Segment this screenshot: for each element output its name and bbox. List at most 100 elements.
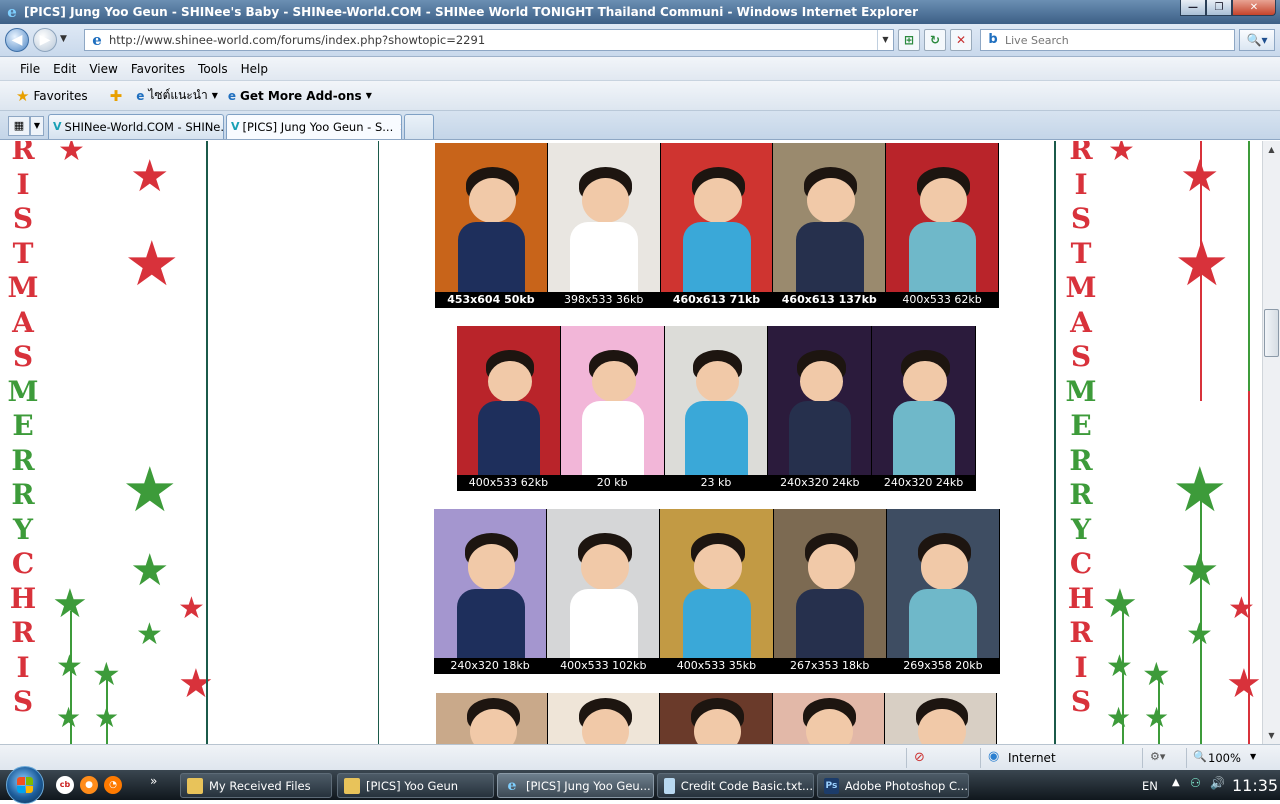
taskbar-item-my-received-files[interactable]: My Received Files — [180, 773, 332, 798]
thumbnail-photo[interactable] — [436, 693, 548, 744]
clock[interactable]: 11:35 — [1232, 776, 1280, 795]
back-button[interactable]: ◀ — [5, 28, 29, 52]
thumbnail-photo[interactable]: 267x353 18kb — [773, 509, 886, 674]
banner-letter: I — [16, 167, 30, 201]
menu-tools[interactable]: Tools — [198, 62, 228, 76]
recent-pages-dropdown[interactable]: ▼ — [60, 34, 67, 44]
thumbnail-photo[interactable]: 20 kb — [560, 326, 664, 491]
chevron-down-icon: ▼ — [365, 91, 372, 100]
protected-mode-icon[interactable]: ⚙▾ — [1150, 750, 1165, 763]
star-icon: ★ — [124, 227, 180, 300]
thumbnail-photo[interactable]: 460x613 137kb — [773, 143, 886, 308]
vertical-scrollbar[interactable]: ▲ ▼ — [1262, 141, 1280, 744]
refresh-icon[interactable]: ↻ — [924, 29, 946, 51]
suggested-sites-button[interactable]: e ไซต์แนะนำ ▼ — [136, 86, 218, 105]
address-dropdown-icon[interactable]: ▼ — [877, 30, 893, 50]
volume-icon[interactable]: 🔊 — [1210, 776, 1225, 790]
cnet-icon[interactable]: cb — [56, 776, 74, 794]
language-indicator[interactable]: EN — [1142, 779, 1158, 793]
taskbar-item-pics-yoo-geun[interactable]: [PICS] Yoo Geun — [337, 773, 494, 798]
banner-letter: H — [9, 581, 37, 615]
quick-tabs-icon[interactable]: ▦ — [8, 116, 30, 136]
banner-letter: M — [7, 271, 39, 304]
photo-caption: 460x613 71kb — [660, 292, 773, 308]
taskbar-item-photoshop[interactable]: Ps Adobe Photoshop C... — [817, 773, 969, 798]
zoom-icon[interactable]: 🔍 — [1193, 750, 1207, 763]
thumbnail-photo[interactable]: 460x613 71kb — [660, 143, 773, 308]
menu-file[interactable]: File — [20, 62, 40, 76]
get-addons-button[interactable]: e Get More Add-ons ▼ — [228, 89, 372, 103]
taskbar-item-label: [PICS] Yoo Geun — [366, 778, 459, 793]
thumbnail-photo[interactable]: 240x320 18kb — [434, 509, 547, 674]
thumbnail-photo[interactable]: 23 kb — [664, 326, 768, 491]
photo-subject-face — [581, 178, 629, 224]
close-tab-icon[interactable]: ✕ — [399, 121, 401, 134]
thumbnail-photo[interactable]: 398x533 36kb — [547, 143, 660, 308]
thumbnail-photo[interactable]: 400x533 62kb — [886, 143, 998, 308]
add-favorite-button[interactable]: ✚ — [110, 87, 127, 105]
menu-view[interactable]: View — [89, 62, 117, 76]
search-button[interactable]: 🔍▾ — [1239, 29, 1275, 51]
stop-icon[interactable]: ✕ — [950, 29, 972, 51]
scroll-down-arrow[interactable]: ▼ — [1263, 727, 1280, 744]
merry-christmas-letters: RISTMASMERRYCHRIS — [6, 141, 40, 720]
url-text[interactable]: http://www.shinee-world.com/forums/index… — [109, 33, 877, 47]
show-more-icon[interactable]: » — [150, 774, 157, 788]
banner-letter: I — [1074, 167, 1088, 201]
star-icon: ★ — [1180, 545, 1220, 596]
hamster-icon[interactable]: ● — [80, 776, 98, 794]
close-button[interactable]: ✕ — [1232, 0, 1276, 16]
banner-letter: Y — [1071, 512, 1091, 546]
taskbar-item-notepad[interactable]: Credit Code Basic.txt... — [657, 773, 814, 798]
zoom-dropdown-icon[interactable]: ▼ — [1250, 752, 1256, 761]
new-tab-button[interactable] — [404, 114, 434, 139]
thumbnail-photo[interactable]: 269x358 20kb — [886, 509, 999, 674]
taskbar-item-internet-explorer[interactable]: e [PICS] Jung Yoo Geu... — [497, 773, 654, 798]
thumbnail-photo[interactable]: 400x533 102kb — [547, 509, 660, 674]
maximize-button[interactable]: ❐ — [1206, 0, 1232, 16]
menu-edit[interactable]: Edit — [53, 62, 76, 76]
tab-shinee-world[interactable]: V SHINee-World.COM - SHINe... — [48, 114, 224, 139]
tab-list-dropdown[interactable]: ▼ — [30, 116, 44, 136]
menu-favorites[interactable]: Favorites — [131, 62, 185, 76]
forward-button[interactable]: ▶ — [33, 28, 57, 52]
frame-border — [1054, 141, 1056, 744]
thumbnail-photo[interactable]: 453x604 50kb — [435, 143, 547, 308]
thumbnail-photo[interactable]: 400x533 35kb — [660, 509, 773, 674]
zoom-level[interactable]: 100% — [1208, 751, 1241, 765]
star-icon: ★ — [1106, 701, 1132, 734]
menu-help[interactable]: Help — [241, 62, 268, 76]
banner-letter: M — [1065, 374, 1097, 408]
thumbnail-photo[interactable] — [548, 693, 660, 744]
popup-blocked-icon[interactable]: ⊘ — [914, 750, 925, 765]
ie-icon: e — [507, 777, 517, 794]
photo-row: 240x320 18kb 400x533 102kb 400x533 35kb 267… — [434, 509, 1000, 674]
star-icon: ★ — [1144, 701, 1170, 734]
network-icon[interactable]: ⚇ — [1190, 776, 1201, 790]
search-box[interactable]: b — [980, 29, 1235, 51]
show-hidden-icons-icon[interactable]: ▲ — [1172, 777, 1180, 788]
banner-letter: C — [11, 547, 35, 580]
compatibility-icon[interactable]: ⊞ — [898, 29, 920, 51]
thumbnail-photo[interactable]: 400x533 62kb — [457, 326, 560, 491]
thumbnail-photo[interactable] — [772, 693, 884, 744]
star-icon: ★ — [1228, 591, 1255, 626]
thumbnail-photo[interactable] — [660, 693, 772, 744]
address-field[interactable]: e http://www.shinee-world.com/forums/ind… — [84, 29, 894, 51]
rss-icon[interactable]: ◔ — [104, 776, 122, 794]
addons-icon: e — [227, 88, 236, 103]
tab-pics-jung-yoo-geun[interactable]: V [PICS] Jung Yoo Geun - S... ✕ — [226, 114, 402, 139]
favorites-button[interactable]: ★ Favorites — [16, 87, 88, 105]
thumbnail-photo[interactable] — [884, 693, 996, 744]
minimize-button[interactable]: — — [1180, 0, 1206, 16]
scroll-up-arrow[interactable]: ▲ — [1263, 141, 1280, 158]
frame-border — [378, 141, 379, 744]
search-input[interactable] — [1005, 33, 1225, 47]
thumbnail-photo[interactable]: 240x320 24kb — [872, 326, 975, 491]
scroll-thumb[interactable] — [1264, 309, 1279, 357]
banner-letter: I — [16, 650, 30, 684]
star-icon: ★ — [178, 661, 214, 707]
photo-row — [436, 693, 997, 744]
thumbnail-photo[interactable]: 240x320 24kb — [768, 326, 872, 491]
start-button[interactable] — [6, 766, 44, 804]
